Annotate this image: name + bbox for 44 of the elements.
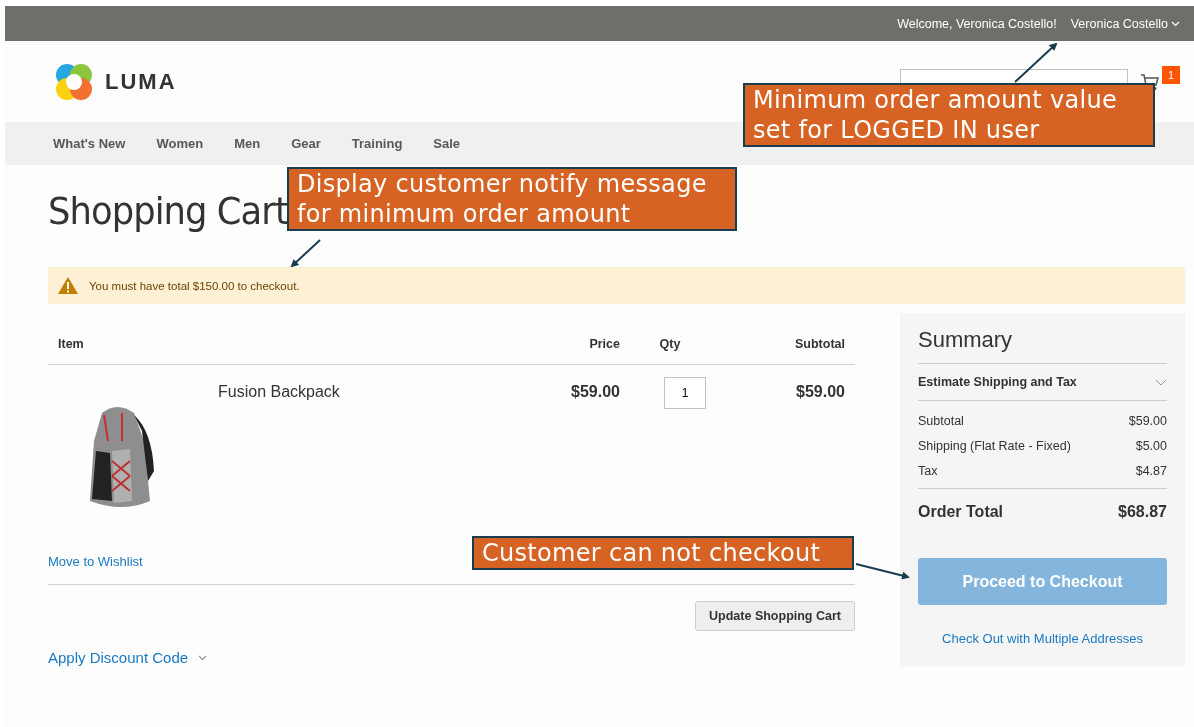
- nav-link[interactable]: Gear: [291, 136, 321, 151]
- estimate-shipping-toggle[interactable]: Estimate Shipping and Tax: [918, 363, 1167, 401]
- annotation-tooltip: Customer can not checkout: [472, 536, 854, 570]
- order-total-value: $68.87: [1118, 503, 1167, 521]
- column-header: Subtotal: [794, 336, 845, 351]
- chevron-down-icon: [1171, 20, 1180, 27]
- annotation-arrow: [1014, 42, 1058, 83]
- annotation-tooltip: Minimum order amount value set for LOGGED IN user: [743, 83, 1155, 147]
- account-menu-button[interactable]: Veronica Costello: [1070, 16, 1180, 31]
- nav-link[interactable]: Sale: [433, 136, 461, 151]
- summary-label: Subtotal: [918, 414, 964, 428]
- annotation-tooltip: Display customer notify message for minimum order amount: [287, 167, 737, 231]
- product-name-link[interactable]: Fusion Backpack: [218, 377, 520, 401]
- nav-link[interactable]: Training: [351, 136, 403, 151]
- quantity-field[interactable]: 1: [664, 377, 706, 409]
- order-total-label: Order Total: [918, 503, 1004, 521]
- column-header: Item: [58, 336, 85, 351]
- update-cart-button[interactable]: Update Shopping Cart: [695, 601, 855, 631]
- annotation-arrow: [290, 239, 321, 268]
- item-price: $59.00: [570, 382, 620, 401]
- page-title: Shopping Cart: [48, 189, 288, 233]
- nav-link[interactable]: Women: [156, 136, 204, 151]
- notice-message: You must have total $150.00 to checkout.: [89, 279, 300, 292]
- nav-link[interactable]: What's New: [53, 136, 126, 151]
- welcome-text: Welcome, Veronica Costello!: [897, 16, 1057, 31]
- chevron-down-icon: [198, 654, 208, 661]
- summary-value: $4.87: [1135, 464, 1167, 478]
- summary-value: $5.00: [1135, 439, 1167, 453]
- annotation-arrow: [855, 563, 910, 580]
- summary-label: Shipping (Flat Rate - Fixed): [918, 439, 1071, 453]
- column-header: Price: [588, 336, 620, 351]
- chevron-down-icon: [1155, 378, 1167, 386]
- logo-text: LUMA: [105, 68, 177, 95]
- cart-count-badge: 1: [1161, 65, 1180, 84]
- summary-label: Tax: [918, 464, 938, 478]
- summary-title: Summary: [918, 327, 1014, 353]
- move-to-wishlist-link[interactable]: Move to Wishlist: [48, 554, 143, 569]
- summary-value: $59.00: [1128, 414, 1167, 428]
- apply-discount-link[interactable]: Apply Discount Code: [48, 649, 189, 666]
- warning-icon: [57, 276, 79, 295]
- column-header: Qty: [658, 336, 682, 351]
- item-subtotal: $59.00: [795, 382, 845, 401]
- nav-link[interactable]: Men: [234, 136, 261, 151]
- multiple-addresses-link[interactable]: Check Out with Multiple Addresses: [942, 631, 1143, 646]
